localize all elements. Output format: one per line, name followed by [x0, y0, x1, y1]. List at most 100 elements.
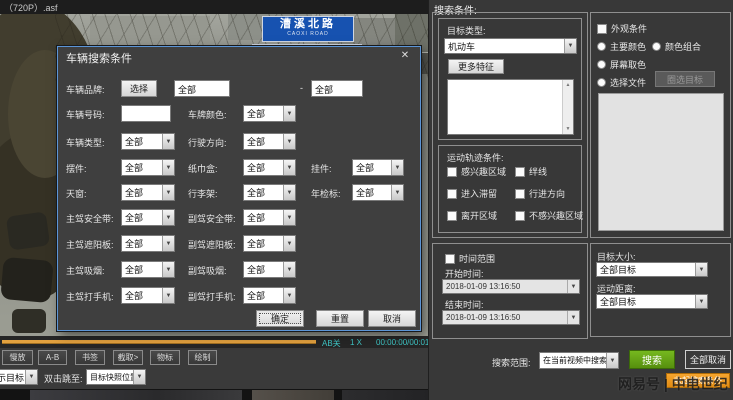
ok-button[interactable]: 确定	[256, 310, 304, 327]
sunroof-label: 天窗:	[66, 187, 87, 200]
vehicle-number-label: 车辆号码:	[66, 108, 105, 121]
road-sign-caoxi: 漕溪北路 CAOXI ROAD	[262, 16, 354, 42]
draw-button[interactable]: 绘制	[188, 350, 217, 365]
target-type-select[interactable]: 机动车 ▼	[444, 38, 577, 54]
interest-region-checkbox[interactable]: 感兴趣区域	[447, 165, 506, 178]
chevron-down-icon: ▼	[162, 134, 174, 149]
leave-region-checkbox[interactable]: 离开区域	[447, 209, 497, 222]
luggage-rack-select[interactable]: 全部▼	[243, 184, 296, 201]
search-scope-select[interactable]: 在当前视频中搜索 ▼	[539, 352, 619, 369]
end-time-select[interactable]: 2018-01-09 13:16:50 ▼	[442, 310, 580, 325]
brand-range-dash: -	[300, 83, 303, 93]
show-target-select[interactable]: 显示目标 ▼	[0, 369, 38, 385]
chevron-down-icon: ▼	[283, 288, 295, 303]
main-color-radio[interactable]: 主要颜色	[597, 40, 646, 53]
vehicle-type-select[interactable]: 全部▼	[121, 133, 175, 150]
search-button[interactable]: 搜索	[629, 350, 675, 369]
chevron-down-icon: ▼	[283, 210, 295, 225]
enter-linger-checkbox[interactable]: 进入滞留	[447, 187, 497, 200]
plate-color-select[interactable]: 全部 ▼	[243, 105, 296, 122]
appearance-group: 外观条件 主要颜色 颜色组合 屏幕取色 选择文件 圈选目标	[590, 12, 731, 238]
app-window: （720P）.asf 漕溪北路 CAOXI ROAD 中山西二路 AB关 1 X…	[0, 0, 733, 400]
scroll-down-icon[interactable]: ▼	[563, 124, 573, 134]
parked-scooter	[0, 257, 53, 303]
motion-distance-select[interactable]: 全部目标 ▼	[596, 294, 708, 309]
chevron-down-icon: ▼	[283, 262, 295, 277]
target-size-select[interactable]: 全部目标 ▼	[596, 262, 708, 277]
color-combo-radio[interactable]: 颜色组合	[652, 40, 701, 53]
pendant-label: 挂件:	[311, 162, 332, 175]
capture-button[interactable]: 截取>	[113, 350, 143, 365]
parked-scooter	[6, 211, 50, 250]
driver-sunvisor-label: 主驾遮阳板:	[66, 238, 114, 251]
chevron-down-icon: ▼	[25, 370, 37, 384]
plate-color-label: 车牌颜色:	[188, 108, 227, 121]
target-type-group: 目标类型: 机动车 ▼ 更多特征 ▲ ▼	[438, 18, 582, 140]
timeline-progress-bar[interactable]	[2, 340, 316, 344]
vehicle-type-label: 车辆类型:	[66, 136, 105, 149]
time-range-checkbox[interactable]: 时间范围	[445, 252, 495, 265]
motion-track-group: 运动轨迹条件: 感兴趣区域 绊线 进入滞留 行进方向 离开区域 不感兴趣区域	[438, 145, 582, 233]
brand-from-field[interactable]: 全部	[174, 80, 230, 97]
brand-to-field[interactable]: 全部	[311, 80, 363, 97]
chevron-down-icon: ▼	[283, 185, 295, 200]
appearance-checkbox[interactable]: 外观条件	[597, 22, 647, 35]
parked-scooter	[12, 309, 46, 333]
passenger-seatbelt-select[interactable]: 全部▼	[243, 209, 296, 226]
tripwire-checkbox[interactable]: 绊线	[515, 165, 547, 178]
sunroof-select[interactable]: 全部▼	[121, 184, 175, 201]
ab-loop-button[interactable]: A-B	[38, 350, 67, 365]
passenger-sunvisor-select[interactable]: 全部▼	[243, 235, 296, 252]
non-interest-region-checkbox[interactable]: 不感兴趣区域	[515, 209, 583, 222]
luggage-rack-label: 行李架:	[188, 187, 218, 200]
pendant-select[interactable]: 全部▼	[352, 159, 404, 176]
feature-listbox[interactable]: ▲ ▼	[447, 79, 574, 135]
chevron-down-icon: ▼	[283, 106, 295, 121]
driver-smoking-label: 主驾吸烟:	[66, 264, 105, 277]
search-scope-label: 搜索范围:	[492, 356, 531, 369]
cancel-button[interactable]: 取消	[368, 310, 416, 327]
close-icon[interactable]: ✕	[398, 49, 412, 62]
cancel-all-button[interactable]: 全部取消	[685, 350, 731, 369]
vehicle-number-input[interactable]	[121, 105, 171, 122]
reset-button[interactable]: 重置	[316, 310, 364, 327]
result-thumbnail[interactable]	[30, 390, 242, 400]
object-mark-button[interactable]: 物标	[150, 350, 180, 365]
passenger-phone-select[interactable]: 全部▼	[243, 287, 296, 304]
driving-direction-label: 行驶方向:	[188, 136, 227, 149]
scroll-up-icon[interactable]: ▲	[563, 80, 573, 90]
driver-sunvisor-select[interactable]: 全部▼	[121, 235, 175, 252]
result-thumbnail[interactable]	[252, 390, 334, 400]
ab-loop-status: AB关	[322, 338, 341, 349]
chevron-down-icon: ▼	[162, 160, 174, 175]
slow-play-button[interactable]: 慢放	[2, 350, 33, 365]
screen-pick-radio[interactable]: 屏幕取色	[597, 58, 646, 71]
bookmark-button[interactable]: 书签	[75, 350, 105, 365]
vehicle-search-dialog: 车辆搜索条件 ✕ 车辆品牌: 选择 全部 - 全部 车辆号码: 车牌颜色: 全部…	[57, 46, 421, 331]
select-file-radio[interactable]: 选择文件	[597, 76, 646, 89]
playback-timeline[interactable]: AB关 1 X 00:00:00/00:01:20	[0, 336, 428, 348]
driver-phone-label: 主驾打手机:	[66, 290, 114, 303]
circle-target-button[interactable]: 圈选目标	[655, 71, 715, 87]
dialog-title: 车辆搜索条件	[66, 50, 132, 66]
driver-phone-select[interactable]: 全部▼	[121, 287, 175, 304]
inspection-mark-select[interactable]: 全部▼	[352, 184, 404, 201]
brand-select-button[interactable]: 选择	[121, 80, 157, 97]
passenger-smoking-select[interactable]: 全部▼	[243, 261, 296, 278]
chevron-down-icon: ▼	[133, 370, 145, 384]
driver-seatbelt-select[interactable]: 全部▼	[121, 209, 175, 226]
start-time-select[interactable]: 2018-01-09 13:16:50 ▼	[442, 279, 580, 294]
jump-target-select[interactable]: 目标快照位置 ▼	[86, 369, 146, 385]
result-thumbnail[interactable]	[342, 390, 428, 400]
chevron-down-icon: ▼	[606, 353, 618, 368]
ornament-select[interactable]: 全部▼	[121, 159, 175, 176]
tissue-box-select[interactable]: 全部▼	[243, 159, 296, 176]
direction-checkbox[interactable]: 行进方向	[515, 187, 565, 200]
video-file-title: （720P）.asf	[4, 1, 58, 14]
listbox-scrollbar[interactable]: ▲ ▼	[562, 80, 573, 134]
chevron-down-icon: ▼	[162, 185, 174, 200]
chevron-down-icon: ▼	[162, 236, 174, 251]
more-features-button[interactable]: 更多特征	[448, 59, 504, 74]
driver-smoking-select[interactable]: 全部▼	[121, 261, 175, 278]
driving-direction-select[interactable]: 全部▼	[243, 133, 296, 150]
